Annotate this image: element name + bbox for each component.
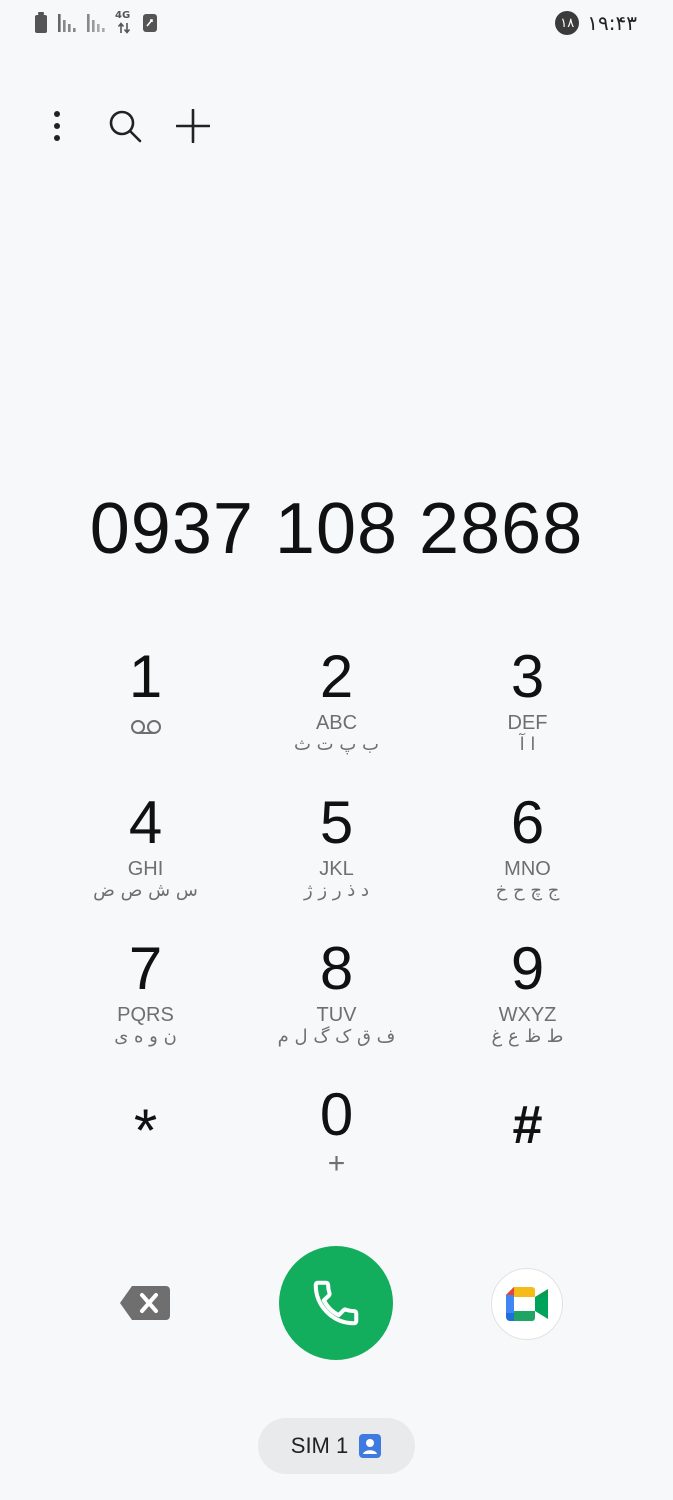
key-1[interactable]: 1 — [50, 642, 241, 788]
key-letters: DEF — [507, 712, 548, 734]
key-5[interactable]: 5 JKL د ذ ر ز ژ — [241, 788, 432, 934]
app-notification-icon — [143, 14, 157, 32]
key-persian-letters: ج چ ح خ — [495, 880, 560, 901]
key-digit: 6 — [510, 789, 545, 856]
key-persian-letters: س ش ص ض — [93, 880, 198, 901]
key-digit: 4 — [128, 789, 163, 856]
key-persian-letters: ب پ ت ث — [294, 734, 379, 755]
key-letters: MNO — [504, 858, 551, 880]
notification-count-badge: ۱۸ — [555, 11, 580, 35]
key-persian-letters: ف ق ک گ ل م — [277, 1026, 396, 1047]
signal-sim2-icon — [87, 14, 105, 32]
video-call-button[interactable] — [491, 1268, 563, 1340]
key-persian-letters: ط ظ ع غ — [491, 1026, 564, 1047]
search-button[interactable] — [104, 100, 146, 152]
key-star[interactable]: * — [50, 1080, 241, 1226]
key-hash[interactable]: # — [432, 1080, 623, 1226]
key-digit: 5 — [319, 789, 354, 856]
key-letters: GHI — [127, 858, 164, 880]
key-digit: 1 — [128, 643, 163, 710]
key-digit: 8 — [319, 935, 354, 1002]
key-2[interactable]: 2 ABC ب پ ت ث — [241, 642, 432, 788]
key-4[interactable]: 4 GHI س ش ص ض — [50, 788, 241, 934]
key-letters: ABC — [315, 712, 358, 734]
key-letters: WXYZ — [498, 1004, 557, 1026]
phone-icon — [313, 1280, 359, 1326]
status-icons-right: ۱۸ ۱۹:۴۳ — [555, 10, 637, 36]
network-4g-icon: 4G — [115, 11, 133, 35]
more-options-button[interactable] — [36, 100, 78, 152]
dial-keypad: 1 2 ABC ب پ ت ث 3 DEF ا آ 4 GHI س ش ص ض … — [50, 642, 623, 1226]
key-6[interactable]: 6 MNO ج چ ح خ — [432, 788, 623, 934]
backspace-icon — [120, 1286, 170, 1320]
voicemail-icon — [130, 720, 161, 734]
key-digit: * — [133, 1097, 158, 1164]
clock: ۱۹:۴۳ — [587, 11, 637, 35]
key-7[interactable]: 7 PQRS ن و ه ی — [50, 934, 241, 1080]
status-bar: 4G ۱۸ ۱۹:۴۳ — [0, 0, 673, 46]
backspace-button[interactable] — [118, 1284, 172, 1322]
key-digit: 0 — [319, 1081, 354, 1148]
add-contact-icon — [176, 109, 210, 143]
key-8[interactable]: 8 TUV ف ق ک گ ل م — [241, 934, 432, 1080]
key-digit: 2 — [319, 643, 354, 710]
key-9[interactable]: 9 WXYZ ط ظ ع غ — [432, 934, 623, 1080]
key-3[interactable]: 3 DEF ا آ — [432, 642, 623, 788]
status-icons-left: 4G — [34, 10, 158, 36]
key-digit: 7 — [128, 935, 163, 1002]
sim-selector-button[interactable]: SIM 1 — [258, 1418, 415, 1474]
battery-saver-icon — [35, 12, 47, 33]
key-persian-letters: ن و ه ی — [114, 1026, 177, 1047]
key-digit: # — [512, 1095, 543, 1155]
google-meet-icon — [506, 1287, 548, 1321]
dialed-number-display[interactable]: 0937 108 2868 — [0, 488, 673, 570]
sim-contact-icon — [359, 1434, 382, 1458]
more-options-icon — [54, 111, 60, 141]
add-contact-button[interactable] — [172, 100, 214, 152]
key-persian-letters: ا آ — [519, 734, 536, 755]
key-letters: PQRS — [117, 1004, 174, 1026]
signal-sim1-icon — [58, 14, 76, 32]
key-0[interactable]: 0 + — [241, 1080, 432, 1226]
key-letters: JKL — [319, 858, 354, 880]
key-persian-letters: د ذ ر ز ژ — [304, 880, 369, 901]
key-digit: 9 — [510, 935, 545, 1002]
search-icon — [109, 110, 142, 143]
call-button[interactable] — [279, 1246, 393, 1360]
dialer-toolbar — [36, 100, 214, 152]
key-plus-symbol: + — [327, 1147, 346, 1180]
key-digit: 3 — [510, 643, 545, 710]
network-type-label: 4G — [115, 10, 131, 21]
key-letters: TUV — [316, 1004, 357, 1026]
sim-label: SIM 1 — [290, 1433, 349, 1458]
